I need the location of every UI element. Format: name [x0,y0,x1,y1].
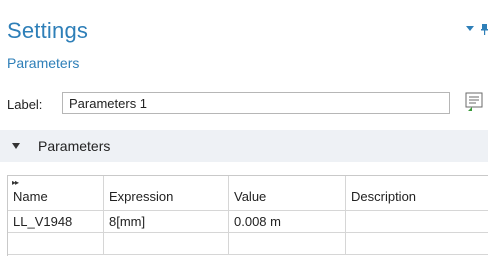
column-header-name[interactable]: ▸▸ Name [8,176,104,210]
column-header-value[interactable]: Value [229,176,346,210]
column-header-description[interactable]: Description [346,176,488,210]
table-row[interactable] [8,233,488,255]
cell-expression[interactable]: 8[mm] [104,211,229,232]
label-input[interactable] [62,92,450,114]
chevron-down-icon[interactable] [466,26,474,31]
column-header-expression[interactable]: Expression [104,176,229,210]
cell-description[interactable] [346,233,488,254]
table-row[interactable]: LL_V1948 8[mm] 0.008 m [8,211,488,233]
pin-icon[interactable] [481,24,488,35]
settings-header: Settings Parameters [0,0,488,86]
cell-description[interactable] [346,211,488,232]
cell-name[interactable] [8,233,104,254]
cell-value[interactable]: 0.008 m [229,211,346,232]
text-edit-icon[interactable] [462,90,486,114]
label-caption: Label: [7,97,43,112]
cell-expression[interactable] [104,233,229,254]
parameters-table: ▸▸ Name Expression Value Description LL_… [7,175,488,256]
cell-name[interactable]: LL_V1948 [8,211,104,232]
settings-title: Settings [7,18,89,43]
sort-arrows-icon[interactable]: ▸▸ [12,178,19,187]
section-title: Parameters [38,138,111,154]
table-header-row: ▸▸ Name Expression Value Description [8,176,488,211]
cell-value[interactable] [229,233,346,254]
triangle-down-icon[interactable] [12,143,20,149]
node-type-title: Parameters [7,55,80,71]
